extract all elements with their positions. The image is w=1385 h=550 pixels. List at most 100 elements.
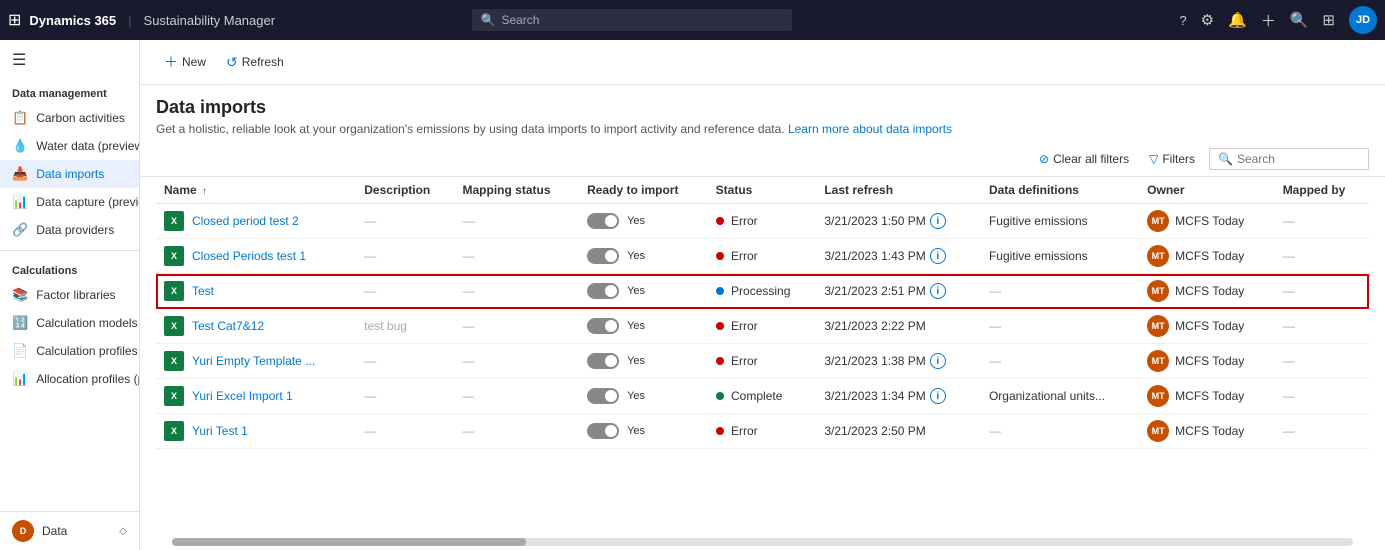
ready-toggle[interactable]: [587, 213, 619, 229]
col-data-definitions[interactable]: Data definitions: [981, 177, 1139, 204]
table-row[interactable]: X Test — — Yes Processing 3/21/2023 2:51…: [156, 274, 1369, 309]
calculation-models-icon: 🔢: [12, 315, 28, 331]
col-status[interactable]: Status: [708, 177, 817, 204]
global-search[interactable]: 🔍 Search: [472, 9, 792, 31]
row-name-link[interactable]: Yuri Excel Import 1: [192, 389, 293, 403]
sidebar-bottom-chevron: ◇: [119, 526, 127, 537]
status-dot: [716, 392, 724, 400]
sidebar-item-data-providers[interactable]: 🔗 Data providers: [0, 216, 139, 244]
cell-mapped-by: —: [1275, 309, 1369, 344]
cell-last-refresh: 3/21/2023 1:38 PM i: [816, 344, 981, 379]
col-owner[interactable]: Owner: [1139, 177, 1275, 204]
table-row[interactable]: X Yuri Empty Template ... — — Yes Error …: [156, 344, 1369, 379]
notifications-icon[interactable]: 🔔: [1228, 11, 1247, 29]
ready-label: Yes: [627, 285, 645, 297]
cell-mapping-status: —: [455, 239, 580, 274]
sidebar-bottom-label: Data: [42, 524, 67, 538]
cell-name: X Yuri Test 1: [156, 414, 356, 449]
learn-more-link[interactable]: Learn more about data imports: [788, 122, 952, 136]
info-icon[interactable]: i: [930, 248, 946, 264]
table-row[interactable]: X Closed period test 2 — — Yes Error 3/2…: [156, 204, 1369, 239]
table-row[interactable]: X Closed Periods test 1 — — Yes Error 3/…: [156, 239, 1369, 274]
help-icon[interactable]: ?: [1179, 13, 1186, 28]
col-description[interactable]: Description: [356, 177, 454, 204]
page-description: Get a holistic, reliable look at your or…: [156, 122, 1369, 136]
table-search[interactable]: 🔍: [1209, 148, 1369, 170]
table-row[interactable]: X Yuri Excel Import 1 — — Yes Complete 3…: [156, 379, 1369, 414]
sidebar: ☰ Data management 📋 Carbon activities 💧 …: [0, 40, 140, 550]
table-row[interactable]: X Test Cat7&12 test bug — Yes Error 3/21…: [156, 309, 1369, 344]
search-global-icon[interactable]: 🔍: [1290, 11, 1309, 29]
sidebar-item-calculation-models[interactable]: 🔢 Calculation models: [0, 309, 139, 337]
sidebar-item-carbon-activities[interactable]: 📋 Carbon activities: [0, 104, 139, 132]
cell-ready-to-import: Yes: [579, 379, 708, 414]
cell-mapping-status: —: [455, 309, 580, 344]
col-ready-to-import[interactable]: Ready to import: [579, 177, 708, 204]
info-icon[interactable]: i: [930, 388, 946, 404]
col-last-refresh[interactable]: Last refresh: [816, 177, 981, 204]
row-name-link[interactable]: Test Cat7&12: [192, 319, 264, 333]
col-mapping-status[interactable]: Mapping status: [455, 177, 580, 204]
filters-button[interactable]: ▽ Filters: [1143, 149, 1201, 169]
cell-mapping-status: —: [455, 379, 580, 414]
row-name-link[interactable]: Test: [192, 284, 214, 298]
app-layout: ☰ Data management 📋 Carbon activities 💧 …: [0, 40, 1385, 550]
clear-filters-button[interactable]: ⊘ Clear all filters: [1033, 149, 1135, 169]
row-name-link[interactable]: Yuri Empty Template ...: [192, 354, 315, 368]
grid-icon[interactable]: ⊞: [1322, 11, 1335, 29]
cell-description: —: [356, 414, 454, 449]
owner-avatar: MT: [1147, 385, 1169, 407]
table-search-input[interactable]: [1237, 152, 1360, 166]
table-row[interactable]: X Yuri Test 1 — — Yes Error 3/21/2023 2:…: [156, 414, 1369, 449]
horizontal-scrollbar[interactable]: [172, 538, 1353, 546]
search-placeholder: Search: [501, 13, 539, 27]
cell-last-refresh: 3/21/2023 2:22 PM: [816, 309, 981, 344]
sidebar-item-allocation-profiles[interactable]: 📊 Allocation profiles (p...: [0, 365, 139, 393]
info-icon[interactable]: i: [930, 213, 946, 229]
sidebar-item-water-data[interactable]: 💧 Water data (preview): [0, 132, 139, 160]
nav-icons: ? ⚙ 🔔 ＋ 🔍 ⊞ JD: [1179, 6, 1377, 34]
apps-icon[interactable]: ⊞: [8, 10, 21, 30]
data-capture-icon: 📊: [12, 194, 28, 210]
ready-toggle[interactable]: [587, 353, 619, 369]
sidebar-item-data-imports[interactable]: 📥 Data imports: [0, 160, 139, 188]
cell-ready-to-import: Yes: [579, 309, 708, 344]
sidebar-item-calculation-profiles[interactable]: 📄 Calculation profiles: [0, 337, 139, 365]
ready-label: Yes: [627, 425, 645, 437]
sidebar-item-data-capture[interactable]: 📊 Data capture (preview): [0, 188, 139, 216]
ready-toggle[interactable]: [587, 388, 619, 404]
hamburger-button[interactable]: ☰: [0, 40, 139, 80]
user-avatar[interactable]: JD: [1349, 6, 1377, 34]
settings-icon[interactable]: ⚙: [1201, 11, 1214, 29]
cell-status: Error: [708, 414, 817, 449]
top-navigation: ⊞ Dynamics 365 | Sustainability Manager …: [0, 0, 1385, 40]
cell-status: Error: [708, 309, 817, 344]
refresh-button[interactable]: ↺ Refresh: [218, 50, 292, 75]
search-icon: 🔍: [480, 13, 495, 27]
owner-avatar: MT: [1147, 280, 1169, 302]
row-name-link[interactable]: Closed period test 2: [192, 214, 299, 228]
new-button[interactable]: ＋ New: [156, 48, 214, 76]
row-name-link[interactable]: Closed Periods test 1: [192, 249, 306, 263]
cell-description: —: [356, 344, 454, 379]
cell-ready-to-import: Yes: [579, 414, 708, 449]
sidebar-bottom[interactable]: D Data ◇: [0, 511, 139, 550]
ready-toggle[interactable]: [587, 248, 619, 264]
owner-name: MCFS Today: [1175, 319, 1244, 333]
ready-toggle[interactable]: [587, 423, 619, 439]
ready-toggle[interactable]: [587, 318, 619, 334]
info-icon[interactable]: i: [930, 353, 946, 369]
ready-toggle[interactable]: [587, 283, 619, 299]
col-name[interactable]: Name ↑: [156, 177, 356, 204]
cell-data-definitions: Fugitive emissions: [981, 204, 1139, 239]
row-name-link[interactable]: Yuri Test 1: [192, 424, 248, 438]
cell-mapped-by: —: [1275, 344, 1369, 379]
sidebar-item-factor-libraries[interactable]: 📚 Factor libraries: [0, 281, 139, 309]
info-icon[interactable]: i: [930, 283, 946, 299]
data-providers-icon: 🔗: [12, 222, 28, 238]
status-text: Error: [731, 319, 758, 333]
add-icon[interactable]: ＋: [1261, 10, 1276, 31]
table-wrapper: Name ↑ Description Mapping status Ready …: [140, 177, 1385, 534]
cell-last-refresh: 3/21/2023 1:34 PM i: [816, 379, 981, 414]
col-mapped-by[interactable]: Mapped by: [1275, 177, 1369, 204]
